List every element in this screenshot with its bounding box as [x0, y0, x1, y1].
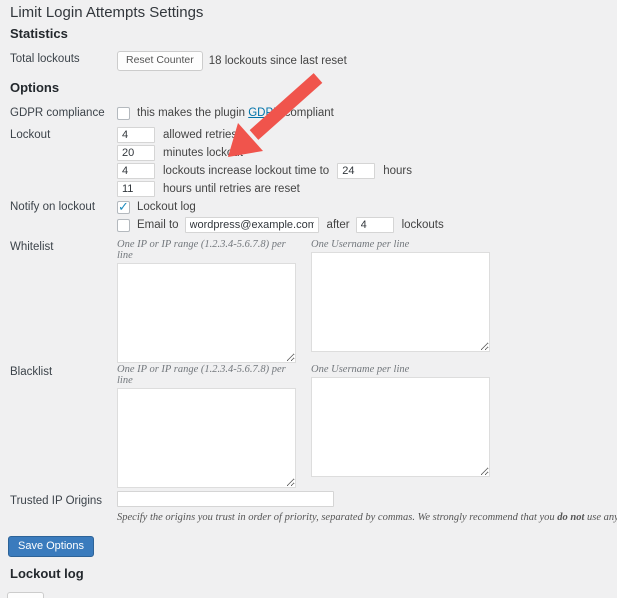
save-options-button[interactable]: Save Options: [8, 536, 94, 557]
whitelist-username-hint: One Username per line: [311, 239, 490, 250]
blacklist-row: Blacklist One IP or IP range (1.2.3.4-5.…: [10, 364, 617, 491]
lockouts-since-reset-text: 18 lockouts since last reset: [209, 55, 347, 67]
lockout-log-checkbox-label: Lockout log: [137, 201, 196, 213]
check-icon: ✓: [118, 199, 129, 215]
whitelist-row: Whitelist One IP or IP range (1.2.3.4-5.…: [10, 239, 617, 366]
whitelist-ip-textarea[interactable]: [117, 263, 296, 363]
hours-until-reset-input[interactable]: [117, 181, 155, 197]
allowed-retries-input[interactable]: [117, 127, 155, 143]
allowed-retries-text: allowed retries: [163, 129, 237, 141]
helper-text-after: use anything other than REMOTE_ADDR sinc…: [584, 512, 617, 523]
trusted-ip-row: Trusted IP Origins Specify the origins y…: [10, 491, 617, 523]
options-heading: Options: [10, 80, 59, 95]
total-lockouts-label: Total lockouts: [10, 51, 117, 65]
lockouts-increase-input[interactable]: [117, 163, 155, 179]
lockout-log-heading: Lockout log: [10, 566, 84, 581]
page-title: Limit Login Attempts Settings: [10, 4, 203, 21]
hours-until-reset-text: hours until retries are reset: [163, 183, 300, 195]
email-address-input[interactable]: [185, 217, 319, 233]
blacklist-label: Blacklist: [10, 364, 117, 378]
reset-counter-button[interactable]: Reset Counter: [117, 51, 203, 71]
lockouts-label: lockouts: [402, 219, 444, 231]
notify-row: Notify on lockout ✓ Lockout log Email to…: [10, 199, 617, 233]
total-lockouts-row: Total lockouts Reset Counter 18 lockouts…: [10, 51, 617, 71]
trusted-ip-helper-text: Specify the origins you trust in order o…: [117, 512, 617, 523]
blacklist-username-textarea[interactable]: [311, 377, 490, 477]
helper-text-before: Specify the origins you trust in order o…: [117, 512, 557, 523]
lockout-log-partial-button[interactable]: [7, 592, 44, 598]
whitelist-label: Whitelist: [10, 239, 117, 253]
blacklist-ip-hint: One IP or IP range (1.2.3.4-5.6.7.8) per…: [117, 364, 296, 386]
blacklist-ip-textarea[interactable]: [117, 388, 296, 488]
lockout-label: Lockout: [10, 127, 117, 141]
blacklist-username-hint: One Username per line: [311, 364, 490, 375]
lockout-row: Lockout allowed retries minutes lockout …: [10, 127, 617, 199]
after-lockouts-input[interactable]: [356, 217, 394, 233]
minutes-lockout-input[interactable]: [117, 145, 155, 161]
notify-label: Notify on lockout: [10, 199, 117, 213]
email-to-label: Email to: [137, 219, 179, 231]
trusted-ip-input[interactable]: [117, 491, 334, 507]
helper-text-bold: do not: [557, 512, 584, 523]
lockouts-increase-text: lockouts increase lockout time to: [163, 165, 329, 177]
minutes-lockout-text: minutes lockout: [163, 147, 243, 159]
gdpr-checkbox[interactable]: [117, 107, 130, 120]
trusted-ip-label: Trusted IP Origins: [10, 491, 117, 507]
after-label: after: [327, 219, 350, 231]
gdpr-row: GDPR compliance this makes the plugin GD…: [10, 105, 617, 121]
email-notify-checkbox[interactable]: [117, 219, 130, 232]
settings-page: Limit Login Attempts Settings Statistics…: [0, 0, 617, 598]
gdpr-text-after: compliant: [281, 107, 333, 119]
lockout-log-checkbox[interactable]: ✓: [117, 201, 130, 214]
gdpr-text: this makes the plugin GDPR compliant: [137, 107, 334, 119]
gdpr-text-before: this makes the plugin: [137, 107, 248, 119]
whitelist-ip-hint: One IP or IP range (1.2.3.4-5.6.7.8) per…: [117, 239, 296, 261]
increase-hours-text: hours: [383, 165, 412, 177]
gdpr-label: GDPR compliance: [10, 105, 117, 119]
gdpr-link[interactable]: GDPR: [248, 107, 281, 119]
increase-hours-input[interactable]: [337, 163, 375, 179]
whitelist-username-textarea[interactable]: [311, 252, 490, 352]
statistics-heading: Statistics: [10, 26, 68, 41]
